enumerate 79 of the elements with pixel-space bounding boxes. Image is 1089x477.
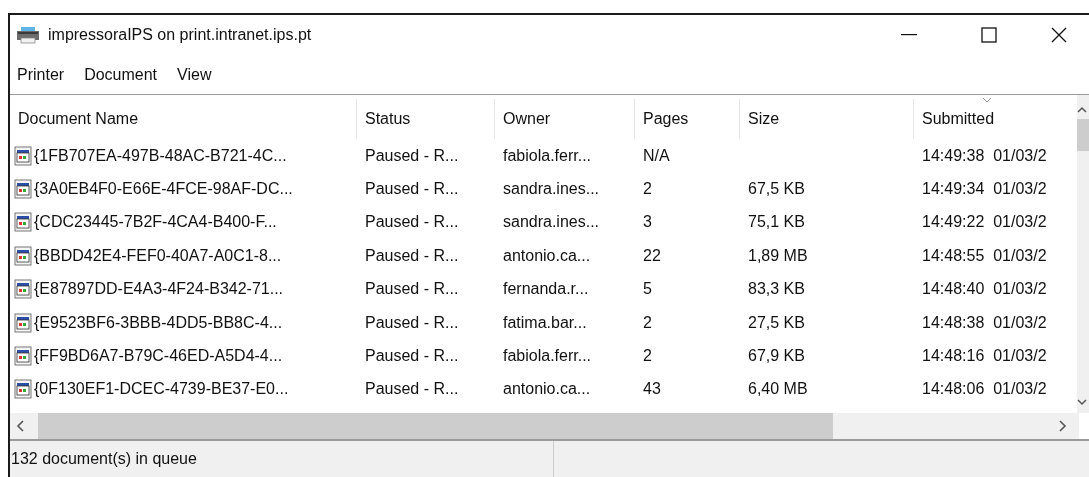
table-cell-text: 43 [643, 379, 661, 400]
maximize-icon [981, 27, 997, 43]
table-cell-text: 27,5 KB [748, 312, 805, 333]
table-cell-text: 6,40 MB [748, 379, 808, 400]
table-cell-text: 14:48:55 01/03/2 [922, 245, 1047, 266]
table-cell-text: {1FB707EA-497B-48AC-B721-4C... [34, 145, 287, 166]
document-icon [14, 245, 32, 266]
document-icon [14, 279, 32, 300]
column-header[interactable]: Owner [495, 99, 635, 139]
close-icon [1051, 27, 1067, 43]
document-icon [14, 346, 32, 367]
table-cell-text: Paused - R... [365, 245, 459, 266]
table-cell-text: fernanda.r... [503, 279, 589, 300]
printer-icon [16, 26, 40, 44]
table-cell-text: 14:49:34 01/03/2 [922, 179, 1047, 200]
table-cell-text: 3 [643, 212, 652, 233]
column-header[interactable]: Size [740, 99, 914, 139]
document-icon [14, 379, 32, 400]
table-cell-text: 5 [643, 279, 652, 300]
table-cell-text: Paused - R... [365, 179, 459, 200]
table-cell-text: fabiola.ferr... [503, 145, 592, 166]
column-header[interactable]: Pages [635, 99, 740, 139]
table-cell-text: {E9523BF6-3BBB-4DD5-BB8C-4... [34, 312, 283, 333]
table-cell-text: sandra.ines... [503, 179, 600, 200]
table-cell-text: {0F130EF1-DCEC-4739-BE37-E0... [34, 379, 289, 400]
table-cell-text: N/A [643, 145, 670, 166]
table-cell-text: fatima.bar... [503, 312, 587, 333]
table-cell-text: 2 [643, 346, 652, 367]
document-icon [14, 312, 32, 333]
menu-item[interactable]: Printer [16, 62, 66, 87]
table-cell-text: Paused - R... [365, 312, 459, 333]
scroll-right-icon[interactable] [1057, 420, 1067, 432]
minimize-icon [901, 34, 917, 36]
table-cell-text: Paused - R... [365, 379, 459, 400]
table-cell-text: 14:48:40 01/03/2 [922, 279, 1047, 300]
table-cell-text: {CDC23445-7B2F-4CA4-B400-F... [34, 212, 277, 233]
table-cell-text: 14:49:22 01/03/2 [922, 212, 1047, 233]
table-cell-text: Paused - R... [365, 279, 459, 300]
table-cell-text: 83,3 KB [748, 279, 805, 300]
table-cell-text: 1,89 MB [748, 245, 808, 266]
status-text: 132 document(s) in queue [10, 441, 554, 477]
menu-item[interactable]: View [176, 62, 213, 87]
table-cell-text: 14:48:38 01/03/2 [922, 312, 1047, 333]
column-header[interactable]: Submitted [914, 99, 1064, 139]
table-cell-text: 2 [643, 179, 652, 200]
table-cell-text: 2 [643, 312, 652, 333]
table-cell-text: 14:49:38 01/03/2 [922, 145, 1047, 166]
sort-chevron-icon [981, 97, 992, 103]
table-cell-text: {E87897DD-E4A3-4F24-B342-71... [34, 279, 284, 300]
table-cell-text: antonio.ca... [503, 245, 591, 266]
document-icon [14, 212, 32, 233]
table-cell-text: antonio.ca... [503, 379, 591, 400]
column-header[interactable]: Status [357, 99, 495, 139]
scroll-left-icon[interactable] [16, 420, 26, 432]
scroll-up-icon[interactable] [1077, 105, 1087, 115]
table-cell-text: 67,9 KB [748, 346, 805, 367]
table-cell-text: sandra.ines... [503, 212, 600, 233]
table-cell-text: 14:48:06 01/03/2 [922, 379, 1047, 400]
scroll-thumb[interactable] [38, 413, 833, 439]
table-cell-text: fabiola.ferr... [503, 346, 592, 367]
column-header[interactable]: Document Name [10, 99, 357, 139]
table-cell-text: {FF9BD6A7-B79C-46ED-A5D4-4... [34, 346, 283, 367]
document-icon [14, 179, 32, 200]
table-cell-text: 14:48:16 01/03/2 [922, 346, 1047, 367]
menu-item[interactable]: Document [83, 62, 159, 87]
document-icon [14, 145, 32, 166]
table-cell-text: 22 [643, 245, 661, 266]
table-cell-text: 67,5 KB [748, 179, 805, 200]
table-cell-text: Paused - R... [365, 212, 459, 233]
table-cell-text: Paused - R... [365, 346, 459, 367]
table-cell-text: 75,1 KB [748, 212, 805, 233]
table-cell-text: {BBDD42E4-FEF0-40A7-A0C1-8... [34, 245, 282, 266]
horizontal-scrollbar[interactable] [10, 413, 1079, 439]
table-cell-text: Paused - R... [365, 145, 459, 166]
scroll-down-icon[interactable] [1077, 397, 1087, 407]
window-title: impressoraIPS on print.intranet.ips.pt [48, 25, 312, 45]
table-cell-text: {3A0EB4F0-E66E-4FCE-98AF-DC... [34, 179, 293, 200]
scroll-thumb[interactable] [1077, 119, 1089, 151]
vertical-scrollbar[interactable] [1077, 95, 1089, 413]
